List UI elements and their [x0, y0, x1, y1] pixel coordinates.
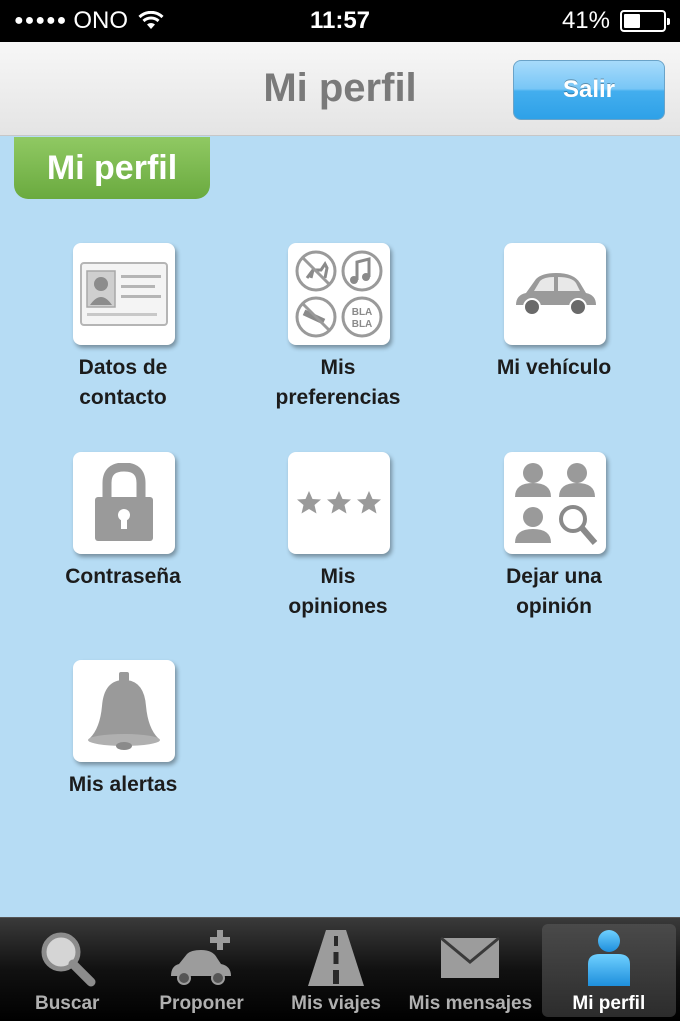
bell-icon — [73, 660, 175, 762]
tile-label-line: Dejar una — [506, 565, 602, 588]
tab-my-profile[interactable]: Mi perfil — [541, 924, 677, 1017]
car-icon — [504, 243, 606, 345]
battery-icon — [620, 10, 670, 32]
lock-icon — [73, 452, 175, 554]
tab-bar: Buscar Proponer Mis viajes Mis mensajes … — [0, 917, 680, 1021]
tile-label-line: Contraseña — [65, 565, 181, 588]
magnifier-icon — [32, 926, 102, 990]
tile-label: Datos de contacto — [23, 353, 223, 413]
tile-label-line: Mis — [320, 565, 356, 588]
tile-label: Mis alertas — [23, 770, 223, 800]
tile-label: Mis preferencias — [238, 353, 438, 413]
id-card-icon — [73, 243, 175, 345]
stars-icon — [288, 452, 390, 554]
envelope-icon — [435, 926, 505, 990]
tab-label: Mis viajes — [291, 993, 381, 1014]
tab-propose[interactable]: Proponer — [134, 918, 268, 1021]
tile-label-line: Mi vehículo — [496, 356, 612, 379]
people-search-icon — [504, 452, 606, 554]
road-icon — [301, 926, 371, 990]
tab-my-trips[interactable]: Mis viajes — [269, 918, 403, 1021]
tile-label-line: opiniones — [288, 595, 388, 618]
preferences-icon: BLA BLA — [288, 243, 390, 345]
section-header: Mi perfil — [14, 137, 210, 199]
tab-my-messages[interactable]: Mis mensajes — [403, 918, 537, 1021]
navigation-bar: Mi perfil Salir — [0, 42, 680, 136]
tile-label-line: contacto — [79, 386, 167, 409]
status-bar: ●●●●● ONO 11:57 41% — [0, 0, 680, 42]
battery-percentage: 41% — [561, 7, 610, 34]
logout-button[interactable]: Salir — [513, 60, 665, 120]
tile-label-line: preferencias — [275, 386, 401, 409]
tile-label-line: opinión — [516, 595, 592, 618]
tile-label: Dejar una opinión — [454, 562, 654, 622]
status-right: 41% — [561, 7, 670, 35]
tile-label-line: Mis — [320, 356, 356, 379]
tab-label: Mis mensajes — [408, 993, 533, 1014]
car-plus-icon — [167, 926, 237, 990]
tile-label: Mi vehículo — [454, 353, 654, 383]
tab-search[interactable]: Buscar — [0, 918, 134, 1021]
tile-label-line: Datos de — [78, 356, 168, 379]
tile-label: Contraseña — [23, 562, 223, 592]
tab-label: Mi perfil — [572, 993, 646, 1014]
tile-label: Mis opiniones — [238, 562, 438, 622]
tab-label: Buscar — [34, 993, 100, 1014]
battery-fill — [624, 14, 640, 28]
tab-label: Proponer — [159, 993, 244, 1014]
svg-text:BLA: BLA — [352, 319, 373, 330]
tile-label-line: Mis alertas — [68, 773, 178, 796]
person-icon — [574, 926, 644, 990]
svg-text:BLA: BLA — [352, 307, 373, 318]
